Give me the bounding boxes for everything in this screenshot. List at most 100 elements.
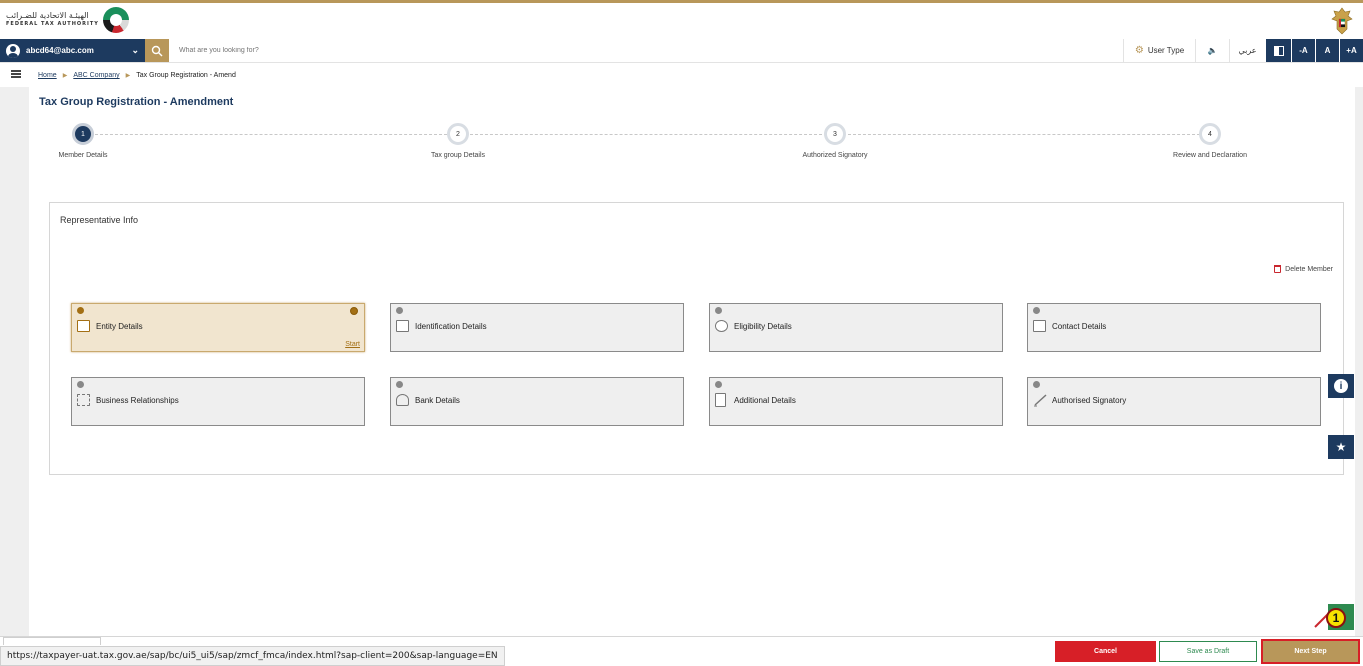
font-increase-label: +A bbox=[1346, 46, 1357, 55]
id-card-icon bbox=[77, 320, 90, 332]
font-increase-button[interactable]: +A bbox=[1339, 39, 1363, 62]
gear-icon: ⚙ bbox=[1134, 45, 1144, 56]
stepper-connector bbox=[470, 134, 822, 135]
left-gutter bbox=[0, 87, 29, 636]
step-4-label: Review and Declaration bbox=[1173, 152, 1247, 159]
brand-arabic-name: الهيئـة الاتحادية للضـرائب bbox=[6, 11, 89, 20]
card-label: Identification Details bbox=[415, 322, 487, 331]
step-3-circle[interactable]: 3 bbox=[824, 123, 846, 145]
info-dot-icon bbox=[396, 307, 403, 314]
stepper-connector bbox=[848, 134, 1200, 135]
delete-member-button[interactable]: Delete Member bbox=[1274, 265, 1333, 273]
card-label: Bank Details bbox=[415, 396, 460, 405]
info-float-button[interactable]: i bbox=[1328, 374, 1354, 398]
breadcrumb: Home ▶ ABC Company ▶ Tax Group Registrat… bbox=[38, 72, 236, 79]
user-account-dropdown[interactable]: abcd64@abc.com ⌄ bbox=[0, 39, 145, 62]
card-label: Eligibility Details bbox=[734, 322, 792, 331]
step-1-circle[interactable]: 1 bbox=[72, 123, 94, 145]
info-dot-icon bbox=[715, 381, 722, 388]
uae-emblem-icon bbox=[1331, 7, 1353, 35]
info-icon: i bbox=[1334, 379, 1348, 393]
audio-button[interactable]: 🔈 bbox=[1195, 39, 1229, 62]
contrast-icon bbox=[1273, 45, 1284, 56]
card-eligibility-details[interactable]: Eligibility Details bbox=[709, 303, 1003, 352]
card-label: Contact Details bbox=[1052, 322, 1107, 331]
info-dot-icon bbox=[77, 381, 84, 388]
brand-header: الهيئـة الاتحادية للضـرائب FEDERAL TAX A… bbox=[0, 0, 1363, 39]
next-step-button[interactable]: Next Step bbox=[1261, 639, 1360, 664]
delete-member-label: Delete Member bbox=[1285, 265, 1333, 273]
hamburger-menu-icon[interactable] bbox=[11, 70, 21, 78]
fta-ring-logo-icon bbox=[102, 7, 129, 33]
breadcrumb-bar: Home ▶ ABC Company ▶ Tax Group Registrat… bbox=[0, 63, 1363, 87]
brand-english-name: FEDERAL TAX AUTHORITY bbox=[6, 21, 99, 27]
right-gutter bbox=[1355, 87, 1363, 636]
card-business-relationships[interactable]: Business Relationships bbox=[71, 377, 365, 426]
gauge-icon bbox=[715, 320, 728, 332]
language-toggle-label: عربي bbox=[1238, 46, 1257, 55]
language-toggle[interactable]: عربي bbox=[1229, 39, 1265, 62]
user-type-button[interactable]: ⚙ User Type bbox=[1123, 39, 1195, 62]
card-entity-details[interactable]: Entity Details Start bbox=[71, 303, 365, 352]
trash-icon bbox=[1274, 265, 1282, 273]
page-title: Tax Group Registration - Amendment bbox=[39, 96, 234, 108]
status-url: https://taxpayer-uat.tax.gov.ae/sap/bc/u… bbox=[0, 646, 505, 666]
card-label: Additional Details bbox=[734, 396, 796, 405]
breadcrumb-company[interactable]: ABC Company bbox=[73, 72, 119, 79]
info-dot-icon bbox=[1033, 381, 1040, 388]
font-decrease-button[interactable]: -A bbox=[1291, 39, 1315, 62]
document-icon bbox=[715, 393, 726, 407]
card-contact-details[interactable]: Contact Details bbox=[1027, 303, 1321, 352]
alert-dot-icon bbox=[77, 307, 84, 314]
status-face-icon bbox=[350, 307, 358, 315]
star-icon: ★ bbox=[1335, 440, 1347, 454]
app-root: الهيئـة الاتحادية للضـرائب FEDERAL TAX A… bbox=[0, 0, 1363, 666]
card-identification-details[interactable]: Identification Details bbox=[390, 303, 684, 352]
font-normal-button[interactable]: A bbox=[1315, 39, 1339, 62]
info-dot-icon bbox=[396, 381, 403, 388]
bank-user-icon bbox=[396, 394, 409, 406]
step-2-circle[interactable]: 2 bbox=[447, 123, 469, 145]
card-bank-details[interactable]: Bank Details bbox=[390, 377, 684, 426]
step-1-label: Member Details bbox=[58, 152, 108, 159]
info-dot-icon bbox=[1033, 307, 1040, 314]
cancel-button[interactable]: Cancel bbox=[1055, 641, 1156, 662]
card-additional-details[interactable]: Additional Details bbox=[709, 377, 1003, 426]
font-decrease-label: -A bbox=[1299, 46, 1308, 55]
brand-text: الهيئـة الاتحادية للضـرائب FEDERAL TAX A… bbox=[6, 12, 99, 28]
font-normal-label: A bbox=[1324, 46, 1331, 55]
breadcrumb-home[interactable]: Home bbox=[38, 72, 57, 79]
pen-icon bbox=[1034, 394, 1047, 407]
user-avatar-icon bbox=[6, 43, 20, 58]
breadcrumb-separator-icon: ▶ bbox=[125, 73, 131, 79]
user-toolbar: abcd64@abc.com ⌄ ⚙ User Type 🔈 عربي -A A… bbox=[0, 39, 1363, 63]
step-4-circle[interactable]: 4 bbox=[1199, 123, 1221, 145]
chevron-down-icon: ⌄ bbox=[131, 45, 139, 55]
speaker-icon: 🔈 bbox=[1207, 46, 1218, 55]
contact-book-icon bbox=[1033, 320, 1046, 332]
stepper-connector bbox=[95, 134, 447, 135]
card-label: Entity Details bbox=[96, 322, 143, 331]
id-badge-icon bbox=[396, 320, 409, 332]
contrast-toggle[interactable] bbox=[1265, 39, 1291, 62]
breadcrumb-separator-icon: ▶ bbox=[62, 73, 68, 79]
card-authorised-signatory[interactable]: Authorised Signatory bbox=[1027, 377, 1321, 426]
user-type-label: User Type bbox=[1147, 46, 1185, 55]
favorite-float-button[interactable]: ★ bbox=[1328, 435, 1354, 459]
card-label: Business Relationships bbox=[96, 396, 179, 405]
annotation-marker: 1 bbox=[1326, 608, 1346, 628]
start-link[interactable]: Start bbox=[345, 341, 360, 348]
fta-logo[interactable]: الهيئـة الاتحادية للضـرائب FEDERAL TAX A… bbox=[6, 7, 129, 33]
footer-tab bbox=[3, 637, 101, 645]
search-button[interactable] bbox=[145, 39, 169, 62]
save-draft-button[interactable]: Save as Draft bbox=[1159, 641, 1257, 662]
search-input[interactable] bbox=[169, 39, 1123, 62]
search-icon bbox=[151, 45, 163, 56]
representative-info-panel: Representative Info Delete Member Entity… bbox=[49, 202, 1344, 475]
org-chart-icon bbox=[77, 394, 90, 406]
breadcrumb-current: Tax Group Registration - Amend bbox=[136, 72, 236, 79]
step-3-label: Authorized Signatory bbox=[802, 152, 868, 159]
step-2-label: Tax group Details bbox=[430, 152, 486, 159]
user-email: abcd64@abc.com bbox=[26, 46, 94, 55]
info-dot-icon bbox=[715, 307, 722, 314]
